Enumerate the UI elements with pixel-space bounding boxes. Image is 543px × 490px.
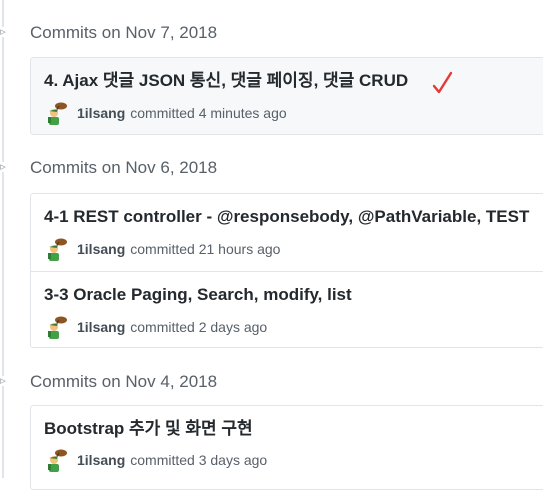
commit-action: committed — [130, 241, 195, 257]
commit-author-link[interactable]: 1ilsang — [77, 452, 125, 468]
commit-node-icon: ▹ — [0, 26, 8, 37]
commit-time: 3 days ago — [198, 452, 268, 468]
user-avatar-icon[interactable] — [44, 100, 70, 126]
red-checkmark-icon — [432, 71, 453, 94]
group-title: Commits on Nov 4, 2018 — [30, 372, 218, 391]
commit-timeline: ▹ Commits on Nov 7, 2018 4. Ajax 댓글 JSON… — [0, 0, 543, 490]
commit-list: Bootstrap 추가 및 화면 구현 1ilsang committed 3… — [30, 405, 543, 490]
commit-meta: 1ilsang committed 21 hours ago — [44, 237, 280, 261]
commit-time: 4 minutes ago — [198, 105, 287, 121]
commit-message-link[interactable]: Bootstrap 추가 및 화면 구현 — [44, 418, 253, 440]
commit-message-link[interactable]: 3-3 Oracle Paging, Search, modify, list — [44, 284, 352, 306]
commit-time: 2 days ago — [198, 319, 268, 335]
commit-item: Bootstrap 추가 및 화면 구현 1ilsang committed 3… — [31, 406, 543, 483]
timeline-line — [2, 0, 4, 478]
commit-item: 4-1 REST controller - @responsebody, @Pa… — [31, 194, 543, 271]
commit-node-icon: ▹ — [0, 161, 8, 172]
commit-item: 4. Ajax 댓글 JSON 통신, 댓글 페이징, 댓글 CRUD 1ils… — [31, 58, 543, 135]
commit-author-link[interactable]: 1ilsang — [77, 241, 125, 257]
user-avatar-icon[interactable] — [44, 447, 70, 473]
commit-action: committed — [130, 452, 195, 468]
commit-meta: 1ilsang committed 4 minutes ago — [44, 101, 287, 125]
group-title: Commits on Nov 7, 2018 — [30, 23, 218, 42]
commit-author-link[interactable]: 1ilsang — [77, 319, 125, 335]
commit-message-link[interactable]: 4. Ajax 댓글 JSON 통신, 댓글 페이징, 댓글 CRUD — [44, 70, 408, 92]
user-avatar-icon[interactable] — [44, 236, 70, 262]
user-avatar-icon[interactable] — [44, 314, 70, 340]
commit-meta: 1ilsang committed 3 days ago — [44, 448, 267, 472]
commit-list: 4. Ajax 댓글 JSON 통신, 댓글 페이징, 댓글 CRUD 1ils… — [30, 57, 543, 135]
commit-time: 21 hours ago — [198, 241, 281, 257]
commit-node-icon: ▹ — [0, 375, 8, 386]
commit-item: 3-3 Oracle Paging, Search, modify, list … — [31, 271, 543, 348]
commit-action: committed — [130, 319, 195, 335]
commit-meta: 1ilsang committed 2 days ago — [44, 315, 267, 339]
commit-message-link[interactable]: 4-1 REST controller - @responsebody, @Pa… — [44, 206, 529, 228]
commit-action: committed — [130, 105, 195, 121]
commit-author-link[interactable]: 1ilsang — [77, 105, 125, 121]
group-title: Commits on Nov 6, 2018 — [30, 158, 218, 177]
commit-list: 4-1 REST controller - @responsebody, @Pa… — [30, 193, 543, 348]
